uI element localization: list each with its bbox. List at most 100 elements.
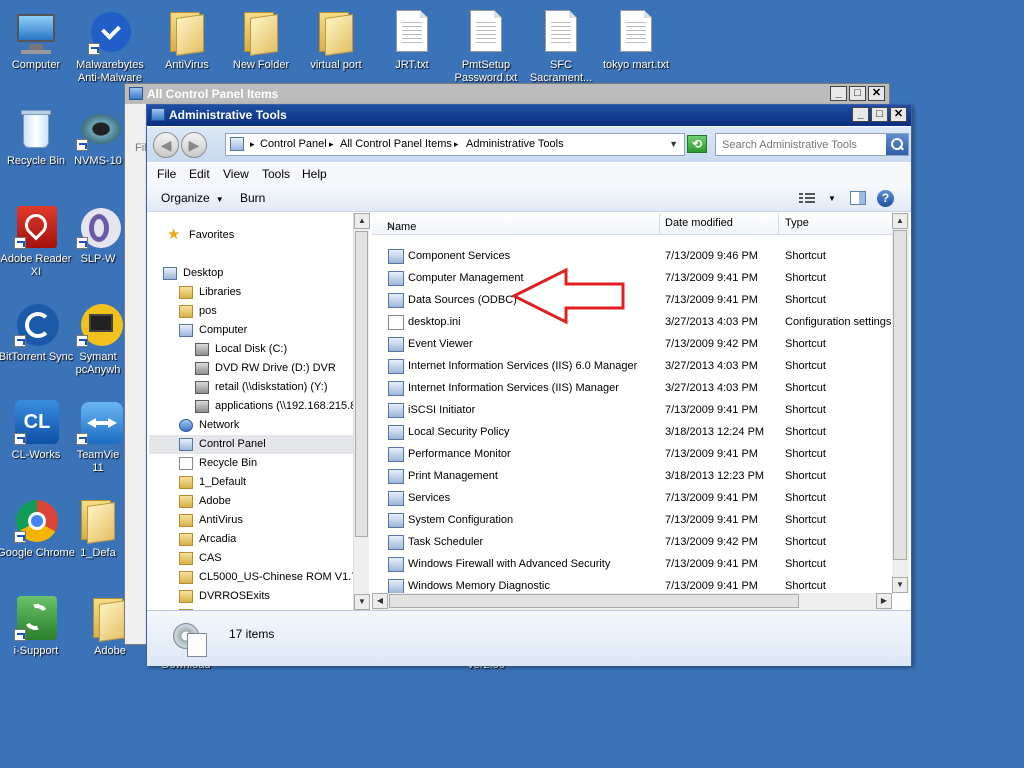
nav-item[interactable]: Network <box>149 416 353 435</box>
scroll-right-icon[interactable]: ▶ <box>876 593 892 609</box>
column-header-date[interactable]: Date modified <box>665 217 733 229</box>
nav-item[interactable]: Computer <box>149 321 353 340</box>
file-row[interactable]: desktop.ini 3/27/2013 4:03 PM Configuratio… <box>372 311 892 333</box>
nav-item[interactable]: CAS <box>149 549 353 568</box>
close-button[interactable]: ✕ <box>890 107 907 122</box>
background-window-menu-file[interactable]: Fil <box>135 142 147 154</box>
file-row[interactable]: Event Viewer 7/13/2009 9:42 PM Shortcut <box>372 333 892 355</box>
search-icon[interactable] <box>886 134 908 155</box>
nav-item[interactable]: retail (\\diskstation) (Y:) <box>149 378 353 397</box>
file-row[interactable]: Internet Information Services (IIS) 6.0 … <box>372 355 892 377</box>
nav-item[interactable]: Arcadia <box>149 530 353 549</box>
file-row[interactable]: Internet Information Services (IIS) Mana… <box>372 377 892 399</box>
breadcrumb-administrative-tools[interactable]: Administrative Tools <box>466 138 564 150</box>
view-options-chevron-icon[interactable]: ▼ <box>828 194 836 203</box>
desktop-icon-nvms[interactable]: NVMS-10 <box>72 106 124 168</box>
breadcrumb[interactable]: ▸ Control Panel ▸ All Control Panel Item… <box>225 133 685 156</box>
file-row[interactable]: Computer Management 7/13/2009 9:41 PM Shor… <box>372 267 892 289</box>
scroll-thumb[interactable] <box>355 231 368 537</box>
file-row[interactable]: Component Services 7/13/2009 9:46 PM Short… <box>372 245 892 267</box>
column-header-type[interactable]: Type <box>785 217 809 229</box>
change-view-icon[interactable] <box>799 191 815 205</box>
nav-item[interactable]: Local Disk (C:) <box>149 340 353 359</box>
desktop-icon-new-folder[interactable]: New Folder <box>221 10 301 72</box>
file-row[interactable]: Task Scheduler 7/13/2009 9:42 PM Shortcut <box>372 531 892 553</box>
preview-pane-icon[interactable] <box>850 191 866 205</box>
file-row[interactable]: Data Sources (ODBC) 7/13/2009 9:41 PM Shor… <box>372 289 892 311</box>
back-button[interactable]: ◀ <box>153 132 179 158</box>
maximize-button[interactable]: □ <box>871 107 888 122</box>
scroll-up-icon[interactable]: ▲ <box>354 213 370 229</box>
desktop-icon-google-chrome[interactable]: Google Chrome <box>0 498 76 573</box>
file-list-scrollbar[interactable]: ▲ ▼ <box>892 213 909 593</box>
nav-item[interactable]: DVRROSExits <box>149 587 353 606</box>
nav-item[interactable]: Adobe <box>149 492 353 511</box>
desktop-icon-1-default[interactable]: 1_Defa <box>72 498 124 560</box>
file-row[interactable]: Services 7/13/2009 9:41 PM Shortcut <box>372 487 892 509</box>
nav-item[interactable]: CL5000_US-Chinese ROM V1.71 <box>149 568 363 587</box>
desktop-icon-cl-works[interactable]: CL CL-Works <box>0 400 76 462</box>
nav-item[interactable]: Recycle Bin <box>149 454 353 473</box>
nav-item[interactable]: DVD RW Drive (D:) DVR <box>149 359 353 378</box>
desktop-icon-malwarebytes[interactable]: Malwarebytes Anti-Malware <box>70 10 150 85</box>
file-row[interactable]: Performance Monitor 7/13/2009 9:41 PM Shor… <box>372 443 892 465</box>
file-row[interactable]: iSCSI Initiator 7/13/2009 9:41 PM Shortcut <box>372 399 892 421</box>
file-row[interactable]: Print Management 3/18/2013 12:23 PM Shortc… <box>372 465 892 487</box>
file-row[interactable]: System Configuration 7/13/2009 9:41 PM Sho… <box>372 509 892 531</box>
desktop-icon-computer[interactable]: Computer <box>0 10 76 72</box>
window-titlebar[interactable]: Administrative Tools _ □ ✕ <box>147 105 911 126</box>
scroll-thumb[interactable] <box>389 594 799 608</box>
refresh-button[interactable]: ⟲ <box>687 135 707 153</box>
desktop-icon-recycle-bin[interactable]: Recycle Bin <box>0 106 76 168</box>
close-button[interactable]: ✕ <box>868 86 885 101</box>
breadcrumb-control-panel[interactable]: Control Panel <box>260 138 327 150</box>
background-window-titlebar[interactable]: All Control Panel Items _ □ ✕ <box>125 84 889 104</box>
file-row[interactable]: Local Security Policy 3/18/2013 12:24 PM S… <box>372 421 892 443</box>
scroll-down-icon[interactable]: ▼ <box>354 594 370 610</box>
nav-item[interactable]: AntiVirus <box>149 511 353 530</box>
desktop-icon-virtual-port[interactable]: virtual port <box>296 10 376 72</box>
breadcrumb-all-control-panel-items[interactable]: All Control Panel Items <box>340 138 452 150</box>
search-box[interactable] <box>715 133 909 156</box>
desktop-icon-slp[interactable]: SLP-W <box>72 204 124 266</box>
scroll-thumb[interactable] <box>893 230 907 560</box>
burn-button[interactable]: Burn <box>240 191 265 205</box>
scroll-down-icon[interactable]: ▼ <box>892 577 908 593</box>
help-icon[interactable]: ? <box>877 190 894 207</box>
scroll-left-icon[interactable]: ◀ <box>372 593 388 609</box>
search-input[interactable] <box>716 134 886 155</box>
desktop-icon-tokyo-mart[interactable]: tokyo mart.txt <box>596 10 676 72</box>
desktop-icon-sfc-sacrament[interactable]: SFC Sacrament... <box>521 10 601 85</box>
navigation-scrollbar[interactable]: ▲ ▼ <box>353 213 370 610</box>
file-row[interactable]: Windows Firewall with Advanced Security 7… <box>372 553 892 575</box>
nav-item[interactable]: pos <box>149 302 353 321</box>
desktop-icon-teamviewer[interactable]: TeamVie 11 <box>72 400 124 475</box>
minimize-button[interactable]: _ <box>852 107 869 122</box>
minimize-button[interactable]: _ <box>830 86 847 101</box>
menu-file[interactable]: File <box>157 167 176 181</box>
desktop-icon-i-support[interactable]: i-Support <box>0 596 76 658</box>
desktop-icon-antivirus[interactable]: AntiVirus <box>147 10 227 72</box>
file-type: Shortcut <box>785 470 826 482</box>
nav-item[interactable]: Libraries <box>149 283 353 302</box>
desktop-icon-adobe-reader[interactable]: Adobe Reader XI <box>0 204 76 279</box>
file-list-horizontal-scrollbar[interactable]: ◀ ▶ <box>372 593 892 610</box>
nav-item[interactable]: 1_Default <box>149 473 353 492</box>
desktop-icon-bittorrent-sync[interactable]: BitTorrent Sync <box>0 302 76 377</box>
desktop-icon-pmtsetup-password[interactable]: PmtSetup Password.txt <box>446 10 526 85</box>
nav-item[interactable]: Desktop <box>149 264 353 283</box>
scroll-up-icon[interactable]: ▲ <box>892 213 908 229</box>
nav-item[interactable]: applications (\\192.168.215.8 <box>149 397 356 416</box>
menu-help[interactable]: Help <box>302 167 327 181</box>
organize-button[interactable]: Organize ▼ <box>161 191 224 205</box>
maximize-button[interactable]: □ <box>849 86 866 101</box>
nav-item[interactable]: Control Panel <box>149 435 353 454</box>
address-dropdown-icon[interactable]: ▼ <box>669 139 678 149</box>
desktop-icon-symantec-pcanywhere[interactable]: Symant pcAnywh <box>72 302 124 377</box>
menu-view[interactable]: View <box>223 167 249 181</box>
forward-button[interactable]: ▶ <box>181 132 207 158</box>
menu-tools[interactable]: Tools <box>262 167 290 181</box>
menu-edit[interactable]: Edit <box>189 167 210 181</box>
administrative-tools-window[interactable]: Administrative Tools _ □ ✕ ◀ ▶ ▸ Control… <box>146 104 912 666</box>
desktop-icon-jrt-txt[interactable]: JRT.txt <box>372 10 452 72</box>
